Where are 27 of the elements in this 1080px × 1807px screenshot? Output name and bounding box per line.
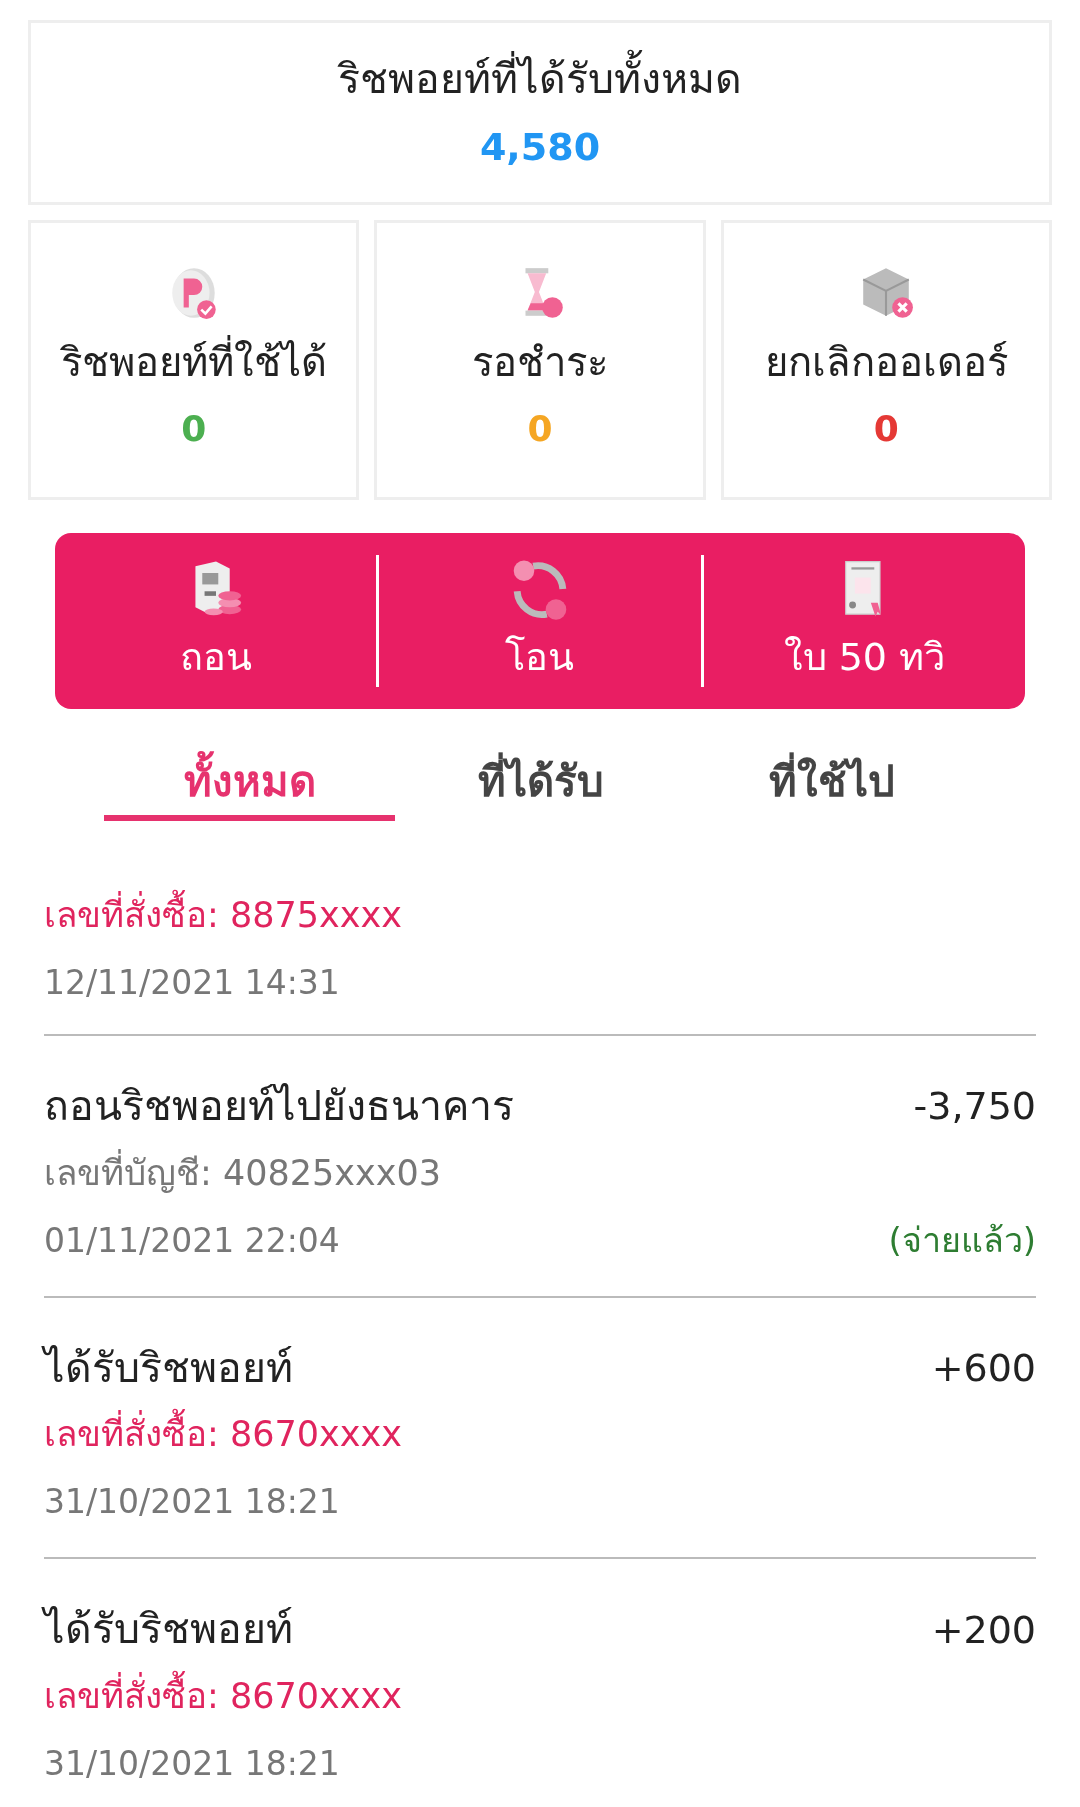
action-label[interactable]: โอน [505,628,575,686]
order-number: เลขที่สั่งซื้อ: 8670xxxx [44,1402,402,1463]
order-number: เลขที่สั่งซื้อ: 8875xxxx [44,883,402,943]
transaction-date: 12/11/2021 14:31 [44,962,340,1004]
stat-label: ริชพอยท์ที่ใช้ได้ [60,332,327,392]
tab[interactable]: ที่ได้รับ [395,747,686,821]
summary-value: 4,580 [479,123,601,171]
stat-value: 0 [181,407,207,451]
transaction-amount: +200 [931,1606,1036,1654]
account-number: เลขที่บัญชี: 40825xxx03 [44,1140,441,1201]
action-label[interactable]: ใบ 50 ทวิ [783,628,946,686]
summary-title: ริชพอยท์ที่ได้รับทั้งหมด [338,49,742,111]
transaction-date: 31/10/2021 18:21 [44,1742,340,1785]
tab[interactable]: ทั้งหมด [104,747,395,821]
transaction-amount: -3,750 [913,1083,1036,1131]
tab[interactable]: ที่ใช้ไป [686,747,977,821]
order-number: เลขที่สั่งซื้อ: 8670xxxx [44,1663,402,1724]
stat-value: 0 [873,407,899,451]
transaction-date: 01/11/2021 22:04 [44,1219,340,1262]
action-label[interactable]: ถอน [179,628,252,686]
payment-status: (จ่ายแล้ว) [888,1219,1036,1263]
transaction-amount: +600 [931,1345,1036,1392]
stat-label: ยกเลิกออเดอร์ [764,338,1008,387]
stat-value: 0 [527,407,553,451]
transaction-title: ถอนริชพอยท์ไปยังธนาคาร [44,1081,514,1132]
stat-label: รอชำระ [472,338,608,387]
transaction-date: 31/10/2021 18:21 [44,1481,340,1524]
